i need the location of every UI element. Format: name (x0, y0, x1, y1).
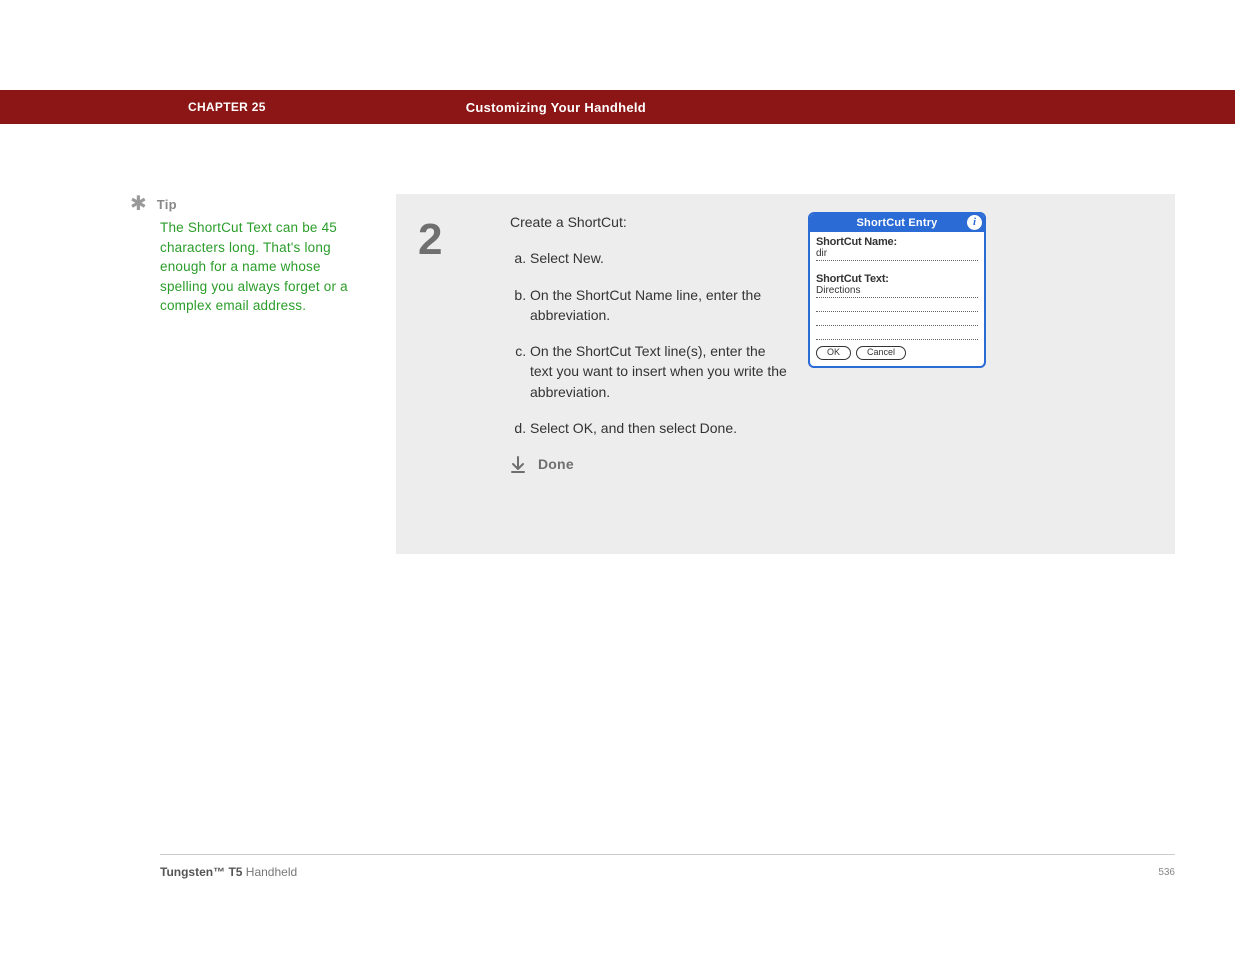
section-title: Customizing Your Handheld (466, 100, 646, 115)
shortcut-name-field[interactable]: dir (816, 248, 978, 261)
shortcut-text-field-line[interactable] (816, 314, 978, 326)
step-item: Select OK, and then select Done. (530, 418, 790, 438)
tip-label: Tip (157, 197, 177, 212)
shortcut-text-field-line[interactable] (816, 300, 978, 312)
tip-sidebar: ✱ Tip The ShortCut Text can be 45 charac… (130, 194, 360, 554)
shortcut-entry-dialog: ShortCut Entry i ShortCut Name: dir Shor… (808, 212, 986, 368)
dialog-title: ShortCut Entry (856, 217, 937, 229)
step-text: Create a ShortCut: Select New. On the Sh… (510, 212, 790, 532)
step-intro: Create a ShortCut: (510, 212, 790, 232)
shortcut-text-label: ShortCut Text: (816, 273, 978, 285)
step-item: On the ShortCut Name line, enter the abb… (530, 285, 790, 326)
product-name: Tungsten™ T5 Handheld (160, 865, 297, 879)
info-icon[interactable]: i (967, 215, 982, 230)
page-number: 536 (1158, 867, 1175, 878)
done-label: Done (538, 454, 574, 474)
shortcut-name-label: ShortCut Name: (816, 236, 978, 248)
tip-body: The ShortCut Text can be 45 characters l… (160, 218, 360, 316)
cancel-button[interactable]: Cancel (856, 346, 906, 360)
asterisk-icon: ✱ (130, 194, 147, 214)
down-arrow-icon (510, 456, 526, 474)
step-box: 2 Create a ShortCut: Select New. On the … (396, 194, 1175, 554)
shortcut-text-field-line[interactable] (816, 328, 978, 340)
step-item: Select New. (530, 248, 790, 268)
chapter-label: CHAPTER 25 (188, 100, 266, 114)
header-band: CHAPTER 25 Customizing Your Handheld (0, 90, 1235, 124)
footer: Tungsten™ T5 Handheld 536 (160, 854, 1175, 879)
shortcut-text-field[interactable]: Directions (816, 285, 978, 298)
ok-button[interactable]: OK (816, 346, 851, 360)
dialog-titlebar: ShortCut Entry i (810, 214, 984, 232)
step-number: 2 (418, 212, 510, 532)
step-item: On the ShortCut Text line(s), enter the … (530, 341, 790, 402)
